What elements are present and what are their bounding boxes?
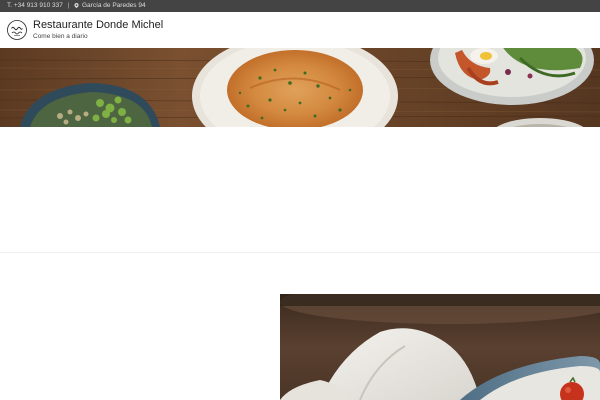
site-tagline: Come bien a diario bbox=[33, 33, 88, 40]
section-divider bbox=[0, 252, 600, 253]
top-contact-bar: T. +34 913 910 337 | García de Paredes 9… bbox=[0, 0, 600, 12]
phone-text[interactable]: T. +34 913 910 337 bbox=[7, 2, 63, 9]
address-text: García de Paredes 94 bbox=[81, 2, 146, 9]
location-pin-icon bbox=[74, 3, 79, 8]
hero-banner-image bbox=[0, 48, 600, 127]
topbar-separator: | bbox=[67, 2, 70, 9]
site-title[interactable]: Restaurante Donde Michel bbox=[33, 19, 163, 32]
dish-photo-image bbox=[280, 294, 600, 400]
restaurant-logo-icon[interactable] bbox=[7, 19, 27, 40]
